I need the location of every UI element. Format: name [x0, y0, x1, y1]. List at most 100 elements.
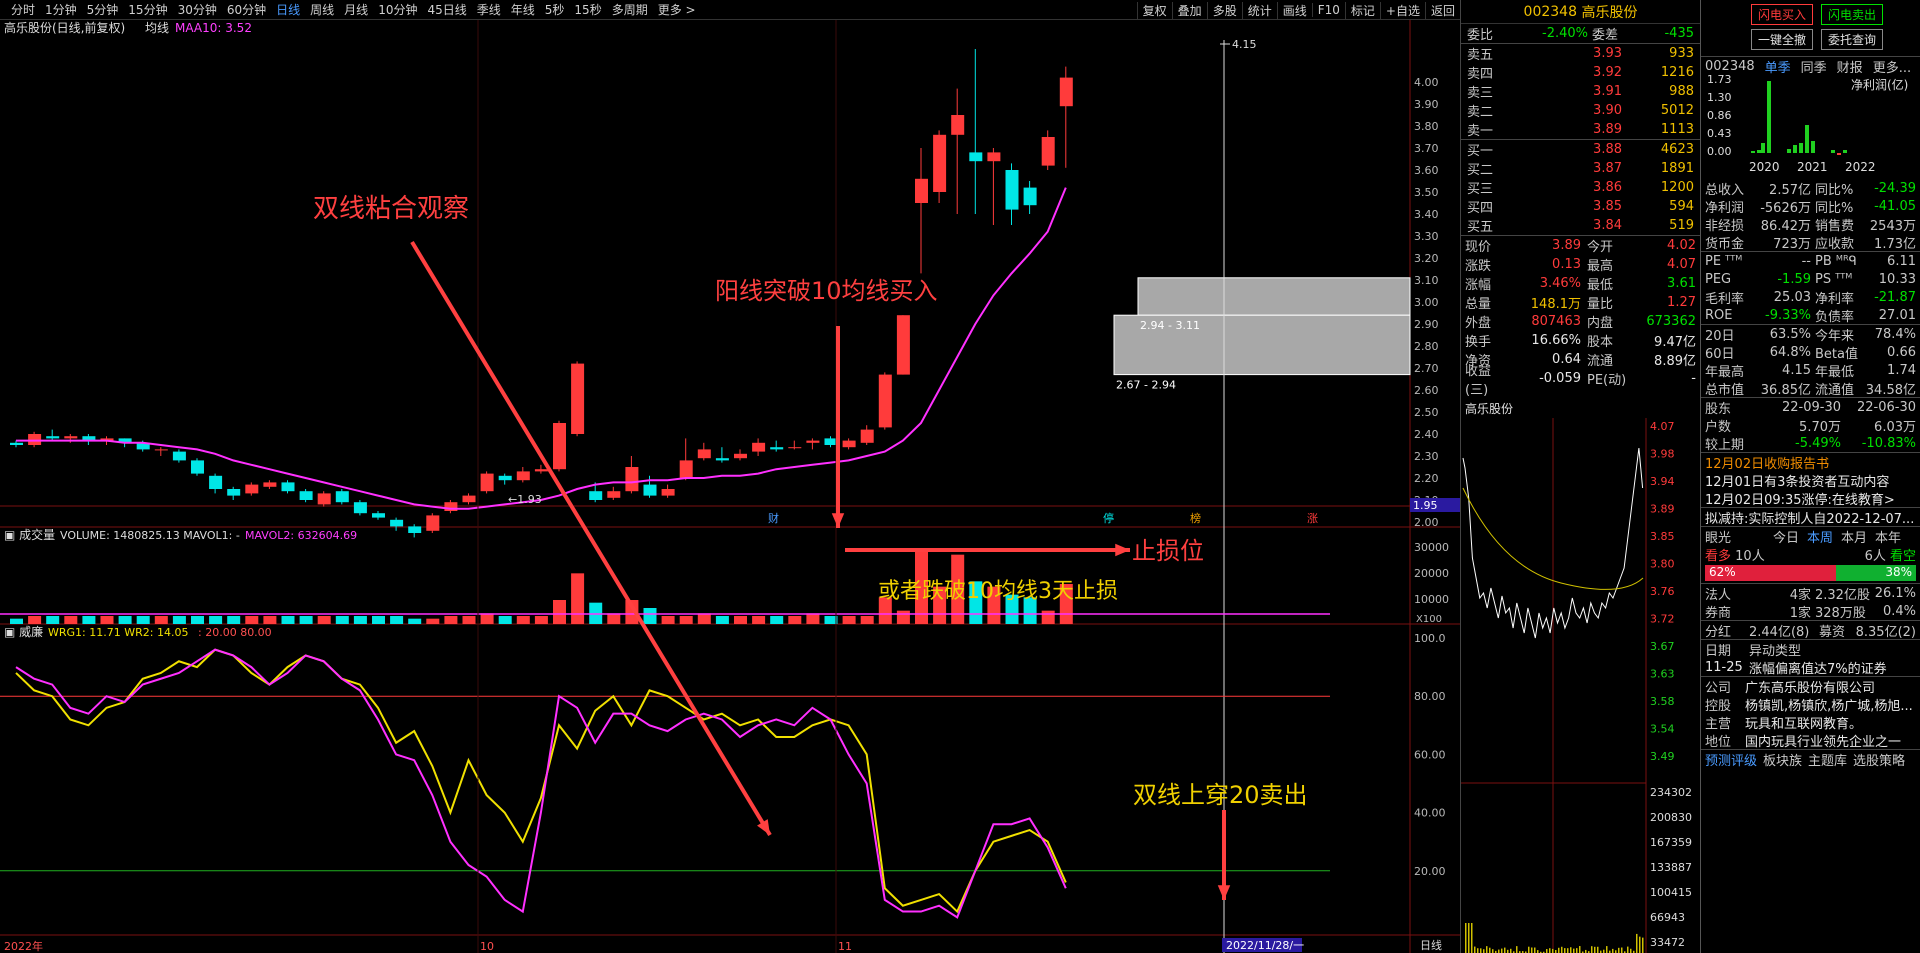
- chart-tool-button[interactable]: +自选: [1380, 2, 1425, 19]
- stat-value: 4.07: [1621, 257, 1696, 272]
- bid-book: 买一 3.88 4623 买二 3.87 1891 买三 3.86 1200 买四 3.85 594 买…: [1461, 140, 1700, 235]
- kline-chart-area[interactable]: 高乐股份(日线,前复权) 均线 MAA10: 3.52 4.00 3.90 3.80 3.7…: [0, 20, 1460, 953]
- fin-value2: 1.73亿: [1863, 233, 1916, 252]
- chart-tool-button[interactable]: F10: [1312, 3, 1345, 17]
- fin-row: 非经损 86.42万 销售费 2543万: [1701, 215, 1920, 233]
- timeframe-tab[interactable]: 45日线: [422, 1, 471, 18]
- flash-sell-button[interactable]: 闪电卖出: [1821, 4, 1883, 25]
- timeframe-tab[interactable]: 30分钟: [173, 1, 222, 18]
- price-tick: 3.10: [1414, 274, 1439, 287]
- chart-tool-button[interactable]: 画线: [1277, 2, 1312, 19]
- timeframe-tab[interactable]: 1分钟: [40, 1, 82, 18]
- eye-tab[interactable]: 今日: [1773, 527, 1799, 545]
- mini-volume-bar: [1504, 948, 1506, 953]
- mini-volume-tick: 66943: [1650, 911, 1685, 924]
- timeframe-tab[interactable]: 多周期: [607, 1, 653, 18]
- finance-tab[interactable]: 单季: [1765, 57, 1791, 75]
- mini-volume-bar: [1618, 948, 1620, 953]
- eye-tab[interactable]: 本周: [1807, 527, 1833, 545]
- volume-bar: [463, 616, 476, 624]
- mini-volume-bar: [1486, 946, 1488, 953]
- chart-tool-button[interactable]: 返回: [1425, 2, 1460, 19]
- bid-volume: 1200: [1622, 180, 1694, 195]
- anomaly-date-label: 日期: [1705, 640, 1749, 658]
- mini-volume-bar: [1474, 947, 1476, 953]
- cancel-all-button[interactable]: 一键全撤: [1751, 29, 1813, 50]
- chart-tool-button[interactable]: 标记: [1345, 2, 1380, 19]
- finance-tab[interactable]: 财报: [1837, 57, 1863, 75]
- news-item[interactable]: 12月01日有3条投资者互动内容: [1701, 471, 1920, 489]
- year-label: 2022: [1845, 160, 1876, 174]
- perf-value: 4.15: [1749, 363, 1811, 378]
- bottom-tab[interactable]: 板块族: [1763, 750, 1802, 768]
- timeframe-tab[interactable]: 日线: [271, 1, 305, 18]
- ask-row: 卖四 3.92 1216: [1461, 63, 1700, 82]
- volume-bar: [173, 616, 186, 624]
- timeframe-tab[interactable]: 更多 >: [653, 1, 701, 18]
- timeframe-tab[interactable]: 周线: [305, 1, 339, 18]
- price-tick: 3.70: [1414, 142, 1439, 155]
- eye-tab[interactable]: 本年: [1875, 527, 1901, 545]
- timeframe-tab[interactable]: 60分钟: [222, 1, 271, 18]
- mini-volume-bar: [1483, 949, 1485, 953]
- timeframe-tab[interactable]: 10分钟: [373, 1, 422, 18]
- dividend-value: 2.44亿(8): [1749, 621, 1819, 640]
- mini-volume-bar: [1489, 948, 1491, 953]
- mini-volume-bar: [1639, 937, 1641, 953]
- timeframe-tab[interactable]: 15秒: [569, 1, 606, 18]
- company-value: 国内玩具行业领先企业之一: [1745, 731, 1901, 749]
- timeframe-tab[interactable]: 年线: [506, 1, 540, 18]
- order-query-button[interactable]: 委托查询: [1821, 29, 1883, 50]
- kline-svg[interactable]: 高乐股份(日线,前复权) 均线 MAA10: 3.52 4.00 3.90 3.80 3.7…: [0, 20, 1460, 953]
- trade-buttons-row1: 闪电买入 闪电卖出: [1701, 0, 1920, 25]
- timeframe-tab[interactable]: 分时: [6, 1, 40, 18]
- profit-label: 净利润(亿): [1851, 77, 1908, 92]
- mini-volume-bar: [1630, 949, 1632, 953]
- timeframe-tab[interactable]: 5分钟: [82, 1, 124, 18]
- candle-body: [752, 443, 765, 452]
- perf-label2: Beta值: [1811, 343, 1863, 362]
- chart-tool-button[interactable]: 统计: [1242, 2, 1277, 19]
- year-label: 2020: [1749, 160, 1780, 174]
- chart-tool-button[interactable]: 多股: [1207, 2, 1242, 19]
- stat-label: 今开: [1581, 236, 1621, 255]
- price-tick: 2.90: [1414, 318, 1439, 331]
- candle-body: [535, 469, 548, 471]
- timeframe-tab[interactable]: 5秒: [540, 1, 570, 18]
- intraday-svg[interactable]: 4.07 3.98 3.94 3.89 3.85 3.80 3.76 3.72 3.67 3.63…: [1461, 418, 1701, 953]
- eye-tab[interactable]: 本月: [1841, 527, 1867, 545]
- bottom-tab[interactable]: 选股策略: [1853, 750, 1905, 768]
- bottom-tab[interactable]: 预测评级: [1705, 750, 1757, 768]
- finance-tab[interactable]: 更多...: [1873, 57, 1911, 75]
- chart-tool-button[interactable]: 复权: [1137, 2, 1172, 19]
- price-tick: 2.80: [1414, 340, 1439, 353]
- quote-stat-row: 涨幅 3.46% 最低 3.61: [1461, 274, 1700, 293]
- news-item[interactable]: 拟减持:实际控制人自2022-12-07...: [1701, 508, 1920, 526]
- event-mark: 财: [768, 511, 779, 525]
- date-label: 11: [838, 940, 852, 953]
- event-mark: 停: [1103, 511, 1114, 525]
- bear-pct: 38%: [1885, 565, 1912, 579]
- quote-stat-row: 现价 3.89 今开 4.02: [1461, 236, 1700, 255]
- news-item[interactable]: 12月02日收购报告书: [1701, 453, 1920, 471]
- mini-volume-bar: [1570, 947, 1572, 953]
- flash-buy-button[interactable]: 闪电买入: [1751, 4, 1813, 25]
- perf-label: 20日: [1705, 325, 1749, 344]
- timeframe-tab[interactable]: 15分钟: [123, 1, 172, 18]
- timeframe-tab[interactable]: 季线: [472, 1, 506, 18]
- news-item[interactable]: 12月02日09:35涨停:在线教育>: [1701, 489, 1920, 507]
- intraday-mini-chart[interactable]: 高乐股份 4.07 3.98 3.94 3.89 3.85 3.80 3.76 3.72 3.6…: [1460, 400, 1700, 953]
- finance-tab[interactable]: 同季: [1801, 57, 1827, 75]
- mini-volume-tick: 100415: [1650, 886, 1692, 899]
- mini-volume-bar: [1510, 949, 1512, 953]
- gap-box-upper: [1138, 278, 1410, 315]
- chart-tool-button[interactable]: 叠加: [1172, 2, 1207, 19]
- candle-body: [770, 447, 783, 449]
- mini-price-tick: 3.85: [1650, 530, 1675, 543]
- fin-label: 总收入: [1705, 179, 1749, 198]
- bar-axis-label: 1.30: [1707, 91, 1732, 104]
- bottom-tab[interactable]: 主题库: [1808, 750, 1847, 768]
- holders-row: 较上期 -5.49% -10.83%: [1701, 434, 1920, 452]
- bid-price: 3.87: [1507, 161, 1622, 176]
- timeframe-tab[interactable]: 月线: [339, 1, 373, 18]
